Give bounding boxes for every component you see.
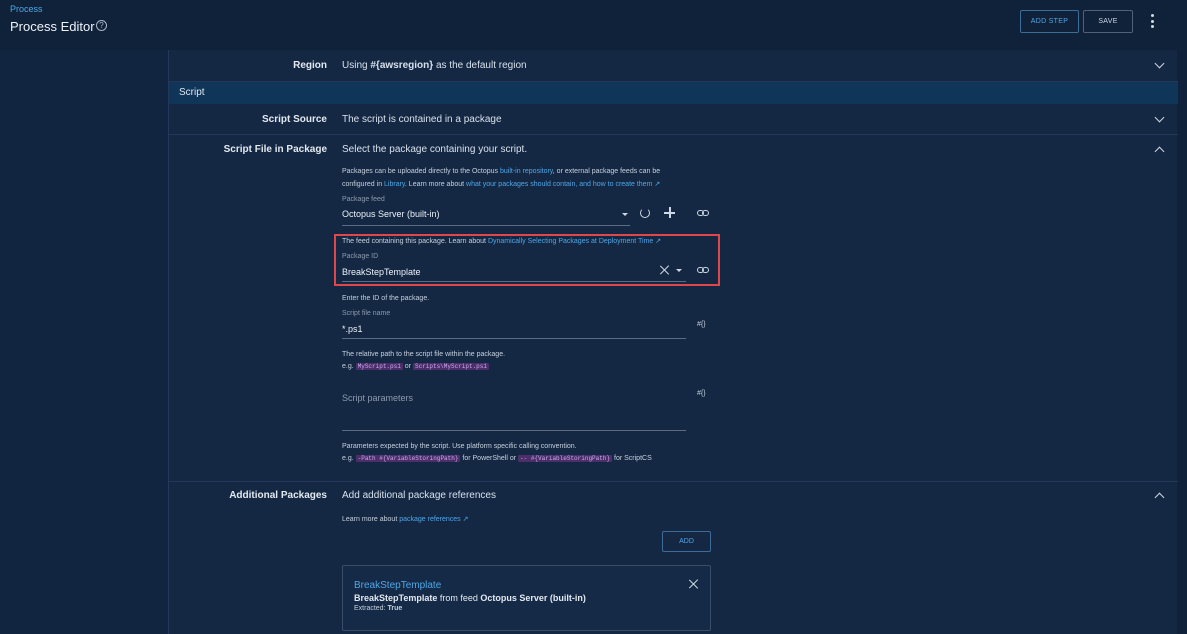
step-editor-panel: Region Using #{awsregion} as the default… — [168, 50, 1178, 634]
package-references-link[interactable]: package references — [399, 516, 460, 523]
script-file-row: Script File in Package Select the packag… — [169, 135, 1178, 482]
breadcrumb[interactable]: Process — [10, 4, 43, 14]
package-reference-detail: BreakStepTemplate from feed Octopus Serv… — [354, 593, 586, 603]
chevron-down-icon[interactable] — [1154, 112, 1165, 123]
script-source-value: The script is contained in a package — [342, 114, 502, 125]
package-docs-link[interactable]: what your packages should contain, and h… — [466, 181, 652, 188]
package-intro-line-1: Packages can be uploaded directly to the… — [342, 168, 661, 175]
package-feed-underline — [342, 225, 630, 226]
package-id-help: Enter the ID of the package. — [342, 295, 430, 302]
page-title: Process Editor — [10, 19, 95, 34]
chevron-down-icon[interactable] — [1154, 58, 1165, 69]
top-bar: Process Process Editor ? ADD STEP SAVE — [0, 0, 1187, 50]
built-in-repository-link[interactable]: built-in repository — [500, 168, 553, 175]
variable-picker-icon[interactable]: #{} — [697, 390, 706, 397]
package-references-help: Learn more about package references ↗ — [342, 516, 469, 523]
package-intro-line-2: configured in Library. Learn more about … — [342, 181, 661, 188]
additional-packages-label: Additional Packages — [229, 490, 327, 501]
script-file-value: Select the package containing your scrip… — [342, 144, 528, 155]
library-link[interactable]: Library — [384, 181, 405, 188]
add-step-button[interactable]: ADD STEP — [1020, 10, 1079, 33]
chevron-up-icon[interactable] — [1154, 492, 1165, 503]
add-feed-icon[interactable] — [664, 207, 675, 218]
package-feed-select[interactable]: Octopus Server (built-in) — [342, 209, 440, 219]
region-summary: Using #{awsregion} as the default region — [342, 60, 527, 71]
additional-packages-value: Add additional package references — [342, 490, 496, 501]
script-parameters-example: e.g. -Path #{VariableStoringPath} for Po… — [342, 455, 652, 462]
script-file-help: The relative path to the script file wit… — [342, 351, 506, 358]
external-link-icon: ↗ — [462, 516, 469, 523]
scrollbar-gutter[interactable] — [1177, 50, 1187, 634]
add-package-button[interactable]: ADD — [662, 531, 711, 552]
script-parameters-help: Parameters expected by the script. Use p… — [342, 443, 577, 450]
package-reference-title[interactable]: BreakStepTemplate — [354, 580, 441, 591]
refresh-icon[interactable] — [640, 208, 650, 218]
more-options-icon[interactable] — [1145, 13, 1159, 29]
script-source-row[interactable]: Script Source The script is contained in… — [169, 104, 1178, 135]
help-icon[interactable]: ? — [96, 20, 107, 31]
region-row[interactable]: Region Using #{awsregion} as the default… — [169, 50, 1178, 82]
section-header-script: Script — [169, 82, 1178, 104]
region-label: Region — [293, 60, 327, 71]
bind-variable-link-icon[interactable] — [697, 210, 709, 216]
package-feed-label: Package feed — [342, 196, 385, 203]
section-title: Script — [179, 87, 205, 98]
variable-picker-icon[interactable]: #{} — [697, 321, 706, 328]
package-reference-card[interactable]: BreakStepTemplate BreakStepTemplate from… — [342, 565, 711, 631]
chevron-up-icon[interactable] — [1154, 146, 1165, 157]
script-file-label: Script File in Package — [223, 144, 327, 155]
package-reference-extracted: Extracted: True — [354, 605, 403, 612]
left-pane — [0, 50, 168, 634]
script-file-name-input[interactable]: *.ps1 — [342, 324, 363, 334]
dropdown-arrow-icon[interactable] — [622, 213, 628, 216]
script-file-example: e.g. MyScript.ps1 or Scripts\MyScript.ps… — [342, 363, 489, 370]
script-parameters-input[interactable]: Script parameters — [342, 393, 413, 403]
remove-package-icon[interactable] — [689, 579, 699, 589]
script-source-label: Script Source — [261, 114, 327, 125]
script-file-name-label: Script file name — [342, 310, 391, 317]
save-button[interactable]: SAVE — [1083, 10, 1133, 33]
external-link-icon: ↗ — [654, 181, 661, 188]
script-file-name-underline — [342, 338, 686, 339]
highlight-box — [334, 234, 720, 286]
script-parameters-underline — [342, 430, 686, 431]
